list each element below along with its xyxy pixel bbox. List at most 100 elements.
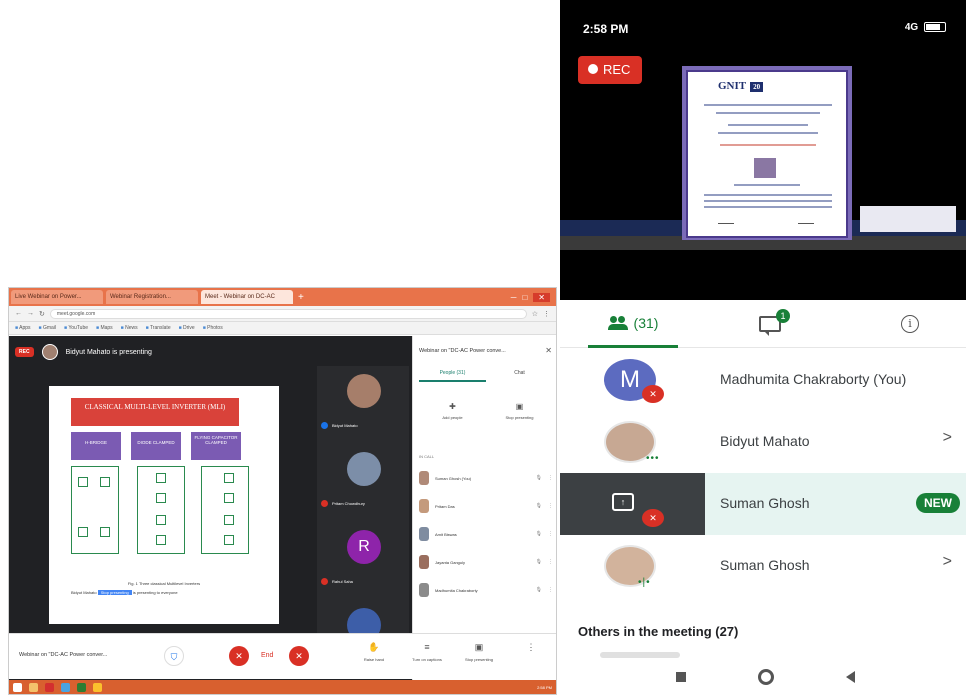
mic-icon[interactable]: 🎙 (536, 475, 542, 481)
list-item[interactable]: M ✕ Madhumita Chakraborty (You) (560, 349, 966, 411)
recents-icon[interactable] (676, 672, 686, 682)
record-dot-icon (588, 64, 598, 74)
stop-presenting-button[interactable]: Stop presenting (97, 590, 132, 595)
tab-info[interactable]: i (890, 300, 930, 348)
add-people-button[interactable]: ✚ Add people (419, 402, 486, 420)
forward-icon[interactable]: → (27, 310, 34, 317)
list-item[interactable]: Pritam Das 🎙 ⋮ (419, 494, 553, 518)
close-icon[interactable]: ✕ (533, 292, 550, 302)
bookmark[interactable]: Photos (203, 325, 223, 331)
mic-icon[interactable]: 🎙 (536, 559, 542, 565)
browser-icon[interactable] (61, 682, 70, 692)
new-badge: NEW (916, 493, 960, 513)
chrome-icon[interactable] (93, 682, 102, 692)
participant-thumbnail: •|• (560, 535, 705, 597)
bookmark[interactable]: Drive (179, 325, 195, 331)
camera-off-button[interactable]: ✕ (289, 646, 309, 666)
bookmark[interactable]: Translate (146, 325, 171, 331)
participant-thumbnail: ••• (560, 411, 705, 473)
tab-people[interactable]: (31) (588, 300, 678, 348)
avatar (41, 344, 58, 360)
reload-icon[interactable]: ↻ (39, 310, 45, 318)
status-time: 2:58 PM (583, 22, 629, 36)
tile-name: Bidyut Mahato (332, 423, 358, 428)
presenting-text: Bidyut Mahato is presenting (65, 348, 152, 356)
list-item[interactable]: ••• Bidyut Mahato > (560, 411, 966, 473)
mic-icon[interactable]: 🎙 (536, 503, 542, 509)
stop-presenting-control[interactable]: ▣ Stop presenting (459, 642, 499, 662)
participant-tile[interactable]: Pritam Chowdhury (317, 444, 409, 512)
more-icon[interactable]: ⋮ (548, 587, 553, 593)
close-icon[interactable]: ✕ (545, 346, 552, 355)
meeting-tabs: (31) 1 i (560, 300, 966, 348)
more-icon[interactable]: ⋮ (548, 531, 553, 537)
bookmark[interactable]: News (121, 325, 138, 331)
speaking-icon (321, 422, 328, 429)
bookmark[interactable]: Apps (15, 325, 30, 331)
captions-button[interactable]: ≡ Turn on captions (407, 642, 447, 662)
more-options-button[interactable]: ⋮ (521, 642, 541, 657)
presenting-notice-name: Bidyut Mahato (71, 590, 97, 595)
list-item[interactable]: •|• Suman Ghosh > (560, 535, 966, 597)
back-icon[interactable]: ← (15, 310, 22, 317)
meeting-controls: Webinar on "DC-AC Power conver... ⛉ ✕ En… (9, 633, 556, 679)
list-item[interactable]: Suman Ghosh (You) 🎙 ⋮ (419, 466, 553, 490)
chevron-right-icon[interactable]: > (943, 553, 952, 571)
participant-name: Pritam Das (435, 503, 455, 509)
meeting-title[interactable]: Webinar on "DC-AC Power conver... (19, 652, 107, 658)
add-people-label: Add people (442, 415, 463, 420)
maximize-icon[interactable]: □ (522, 293, 527, 302)
tab-chat[interactable]: Chat (486, 370, 553, 382)
chevron-right-icon[interactable]: > (943, 429, 952, 447)
participant-tile[interactable]: R Rahul Saha (317, 522, 409, 590)
bookmark[interactable]: YouTube (64, 325, 88, 331)
participant-name: Suman Ghosh (You) (435, 475, 472, 481)
browser-tab[interactable]: Live Webinar on Power... (11, 290, 103, 304)
shield-icon[interactable]: ⛉ (164, 646, 184, 666)
mic-off-button[interactable]: ✕ (229, 646, 249, 666)
panel-tabs: People (31) Chat (419, 370, 553, 382)
url-input[interactable]: meet.google.com (49, 308, 527, 319)
shared-slide: CLASSICAL MULTI-LEVEL INVERTER (MLI) H-B… (49, 386, 279, 624)
taskbar-clock: 2:58 PM (537, 684, 552, 690)
participant-tiles: Bidyut Mahato Pritam Chowdhury R Rahul S… (317, 366, 409, 678)
home-icon[interactable] (758, 669, 774, 685)
more-icon[interactable]: ⋮ (548, 503, 553, 509)
new-tab-icon[interactable]: + (298, 292, 304, 303)
end-call-button[interactable]: End (261, 652, 273, 659)
bookmark[interactable]: Gmail (39, 325, 56, 331)
minimize-icon[interactable]: ─ (511, 293, 517, 302)
folder-icon[interactable] (29, 682, 38, 692)
menu-icon[interactable]: ⋮ (543, 310, 550, 318)
pdf-icon[interactable] (45, 682, 54, 692)
stop-presenting-button[interactable]: ▣ Stop presenting (486, 402, 553, 420)
raise-hand-button[interactable]: ✋ Raise hand (354, 642, 394, 662)
back-icon[interactable] (846, 671, 855, 683)
list-item[interactable]: Madhumita Chakraborty 🎙 ⋮ (419, 578, 553, 602)
start-icon[interactable] (13, 682, 22, 692)
participant-tile[interactable]: Bidyut Mahato (317, 366, 409, 434)
mic-icon[interactable]: 🎙 (536, 531, 542, 537)
meet-window: REC Bidyut Mahato is presenting CLASSICA… (9, 336, 556, 681)
more-icon[interactable]: ⋮ (548, 475, 553, 481)
browser-tab-active[interactable]: Meet - Webinar on DC-AC (201, 290, 293, 304)
star-icon[interactable]: ☆ (532, 310, 538, 318)
bookmark[interactable]: Maps (96, 325, 112, 331)
excel-icon[interactable] (77, 682, 86, 692)
list-item[interactable]: ↑ ✕ Suman Ghosh NEW (560, 473, 966, 535)
list-item[interactable]: Jayanta Ganguly 🎙 ⋮ (419, 550, 553, 574)
participant-name: Suman Ghosh (720, 557, 810, 573)
browser-tab[interactable]: Webinar Registration... (106, 290, 198, 304)
list-item[interactable]: Amit Biswas 🎙 ⋮ (419, 522, 553, 546)
participant-name: Madhumita Chakraborty (You) (720, 371, 907, 387)
slide-box: H-BRIDGE (71, 432, 121, 460)
tab-chat[interactable] (750, 300, 790, 348)
android-nav-bar (560, 660, 966, 695)
people-icon (607, 315, 628, 330)
certificate-badge: 20 (750, 82, 764, 92)
panel-title: Webinar on "DC-AC Power conve... (419, 348, 506, 354)
present-icon: ▣ (474, 642, 484, 652)
mic-icon[interactable]: 🎙 (536, 587, 542, 593)
more-icon[interactable]: ⋮ (548, 559, 553, 565)
tab-people[interactable]: People (31) (419, 370, 486, 382)
